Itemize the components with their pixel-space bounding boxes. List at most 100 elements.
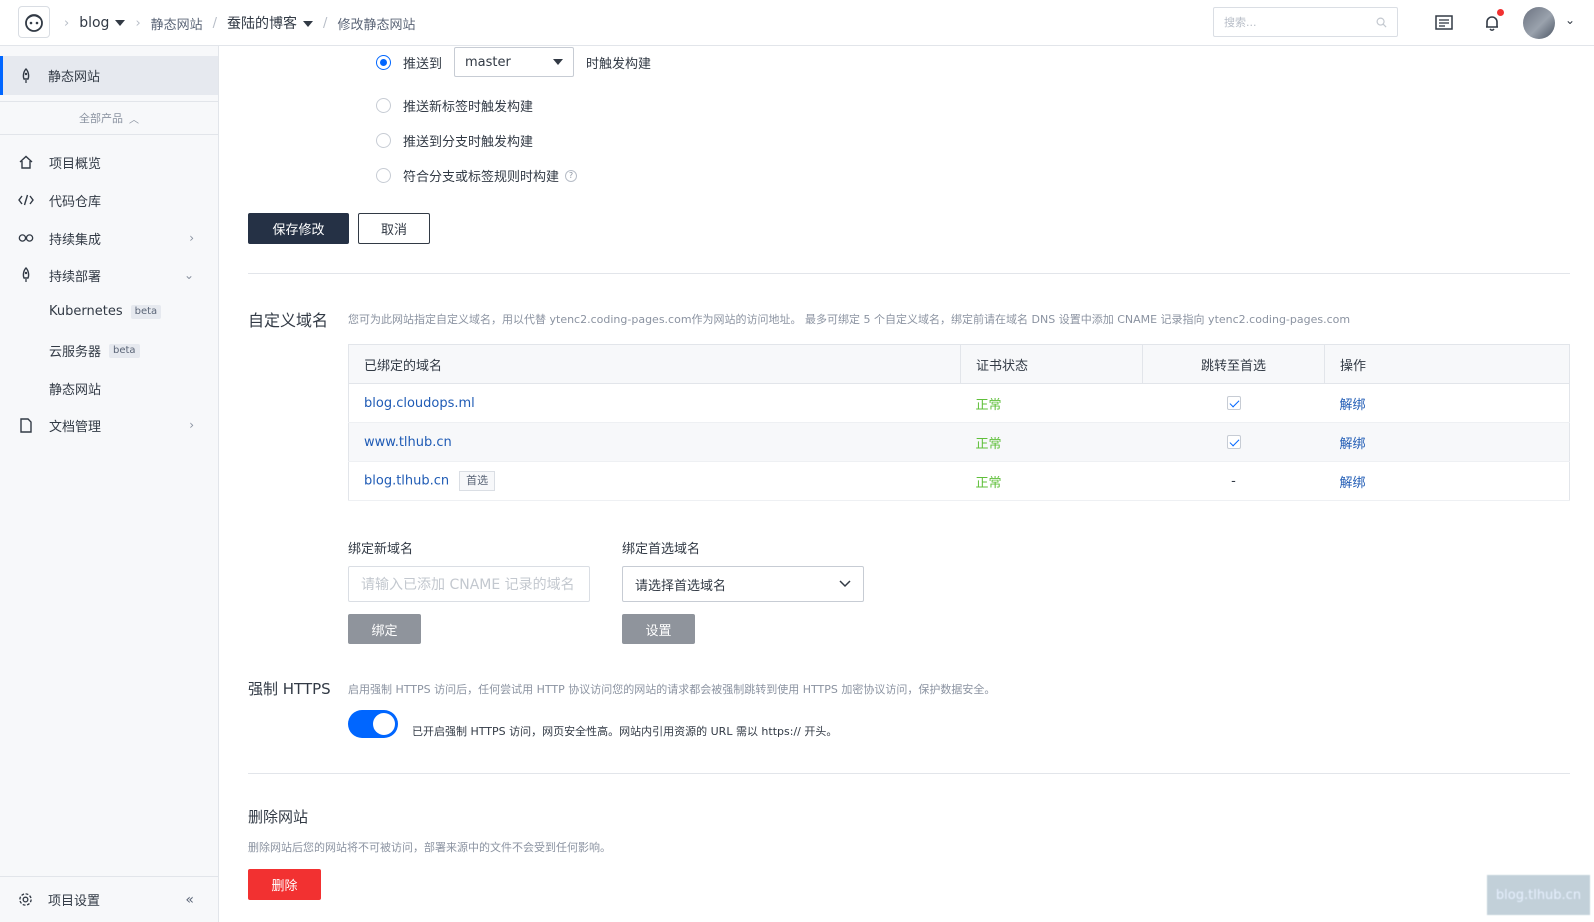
column-header-cert-status: 证书状态 <box>960 344 1143 384</box>
beta-badge: beta <box>130 304 162 319</box>
force-https-toggle[interactable] <box>348 710 398 738</box>
news-icon[interactable] <box>1433 12 1455 34</box>
cert-status: 正常 <box>975 436 1002 452</box>
breadcrumb-static-site[interactable]: 静态网站 <box>151 14 203 33</box>
notification-bell-icon[interactable] <box>1481 9 1504 34</box>
sidebar-item-label: 文档管理 <box>49 419 102 435</box>
preferred-domain-placeholder: 请选择首选域名 <box>635 578 727 594</box>
unbind-link[interactable]: 解绑 <box>1340 398 1366 413</box>
trigger-branch-label: 推送到分支时触发构建 <box>403 135 534 150</box>
sidebar-item-ci[interactable]: 持续集成 › <box>0 223 218 253</box>
preferred-domain-label: 绑定首选域名 <box>622 542 701 557</box>
bind-new-domain-label: 绑定新域名 <box>348 542 414 557</box>
avatar[interactable] <box>1523 7 1555 39</box>
chevron-down-icon[interactable]: ⌄ <box>1565 13 1575 27</box>
coding-logo-icon[interactable] <box>18 6 50 38</box>
table-row: www.tlhub.cn 正常 解绑 <box>348 422 1570 462</box>
unbind-link[interactable]: 解绑 <box>1340 437 1366 452</box>
cert-status: 正常 <box>975 475 1002 491</box>
project-name: blog <box>79 15 110 31</box>
trigger-option-rule[interactable]: 符合分支或标签规则时构建 ? <box>376 166 578 185</box>
https-title: 强制 HTTPS <box>248 680 331 698</box>
save-button[interactable]: 保存修改 <box>248 213 349 244</box>
domain-link[interactable]: blog.tlhub.cn <box>364 474 449 489</box>
delete-button[interactable]: 删除 <box>248 869 321 900</box>
radio-selected[interactable] <box>376 54 391 70</box>
trigger-option-push-branch[interactable]: 推送到 master 时触发构建 <box>376 47 651 77</box>
sidebar-subitem-label: 云服务器 <box>49 345 102 360</box>
sidebar-item-docs[interactable]: 文档管理 › <box>0 410 218 440</box>
search-placeholder: 搜索... <box>1224 16 1257 29</box>
chevron-down-icon: ⌄ <box>183 268 194 282</box>
watermark: blog.tlhub.cn <box>1487 875 1590 915</box>
code-icon <box>18 192 34 208</box>
sidebar-item-overview[interactable]: 项目概览 <box>0 147 218 177</box>
radio-button[interactable] <box>376 98 391 113</box>
all-products-toggle[interactable]: 全部产品 ︿ <box>0 101 218 135</box>
column-header-action: 操作 <box>1324 344 1570 384</box>
custom-domain-description: 您可为此网站指定自定义域名，用以代替 ytenc2.coding-pages.c… <box>348 313 1351 326</box>
home-icon <box>18 154 34 170</box>
sidebar-subitem-kubernetes[interactable]: Kubernetes beta <box>49 304 162 319</box>
new-domain-input[interactable]: 请输入已添加 CNAME 记录的域名 <box>348 566 590 602</box>
delete-site-description: 删除网站后您的网站将不可被访问，部署来源中的文件不会受到任何影响。 <box>248 841 611 854</box>
table-row: blog.cloudops.ml 正常 解绑 <box>348 383 1570 423</box>
sidebar-project-settings[interactable]: 项目设置 « <box>0 876 218 922</box>
bind-button[interactable]: 绑定 <box>348 614 421 644</box>
site-name: 蚕陆的博客 <box>227 16 298 32</box>
breadcrumb: › blog › 静态网站 / 蚕陆的博客 / 修改静态网站 <box>64 0 415 46</box>
site-switcher[interactable]: 蚕陆的博客 <box>227 13 314 33</box>
redirect-none: - <box>1231 473 1236 489</box>
domain-link[interactable]: www.tlhub.cn <box>364 435 452 450</box>
trigger-rule-label: 符合分支或标签规则时构建 <box>403 170 560 185</box>
trigger-push-label: 推送到 <box>403 56 443 72</box>
search-input[interactable]: 搜索... <box>1213 7 1398 37</box>
sidebar-active-label: 静态网站 <box>48 70 101 85</box>
breadcrumb-separator: / <box>323 15 328 31</box>
radio-button[interactable] <box>376 133 391 148</box>
chevron-up-icon: ︿ <box>129 114 139 126</box>
infinity-icon <box>18 230 34 246</box>
sidebar-subitem-cvm[interactable]: 云服务器 beta <box>49 341 140 360</box>
help-icon[interactable]: ? <box>565 169 578 182</box>
notification-dot <box>1497 9 1504 16</box>
rocket-icon <box>18 267 34 283</box>
set-preferred-button[interactable]: 设置 <box>622 614 695 644</box>
column-header-redirect: 跳转至首选 <box>1142 344 1325 384</box>
trigger-option-branch[interactable]: 推送到分支时触发构建 <box>376 131 533 150</box>
radio-button[interactable] <box>376 168 391 183</box>
branch-select[interactable]: master <box>454 47 575 77</box>
redirect-checkbox[interactable] <box>1226 396 1241 410</box>
cancel-button[interactable]: 取消 <box>358 213 430 244</box>
trigger-tag-label: 推送新标签时触发构建 <box>403 100 534 115</box>
divider <box>248 773 1570 774</box>
sidebar-subitem-static-site[interactable]: 静态网站 <box>49 379 101 398</box>
redirect-checkbox[interactable] <box>1226 435 1241 449</box>
all-products-label: 全部产品 <box>79 112 123 125</box>
trigger-option-new-tag[interactable]: 推送新标签时触发构建 <box>376 96 533 115</box>
sidebar-item-code-repo[interactable]: 代码仓库 <box>0 185 218 215</box>
domain-link[interactable]: blog.cloudops.ml <box>364 396 475 411</box>
chevron-down-icon <box>839 577 851 592</box>
preferred-domain-select[interactable]: 请选择首选域名 <box>622 566 864 602</box>
sidebar-item-label: 持续集成 <box>49 232 102 248</box>
rocket-icon <box>19 67 33 84</box>
branch-value: master <box>465 54 511 70</box>
sidebar-item-cd[interactable]: 持续部署 ⌄ <box>0 260 218 290</box>
cert-status: 正常 <box>975 397 1002 413</box>
top-bar: › blog › 静态网站 / 蚕陆的博客 / 修改静态网站 搜索... ⌄ <box>0 0 1594 46</box>
search-icon <box>1376 17 1387 28</box>
breadcrumb-current: 修改静态网站 <box>337 17 416 33</box>
sidebar-item-label: 项目概览 <box>49 156 102 172</box>
column-header-domain: 已绑定的域名 <box>348 344 961 384</box>
gear-icon <box>18 892 33 907</box>
unbind-link[interactable]: 解绑 <box>1340 476 1366 491</box>
project-switcher[interactable]: blog <box>79 15 126 31</box>
sidebar-item-static-site-active[interactable]: 静态网站 <box>0 56 218 95</box>
trigger-push-suffix: 时触发构建 <box>586 56 652 72</box>
custom-domain-title: 自定义域名 <box>248 311 329 330</box>
sidebar-item-label: 持续部署 <box>49 269 102 285</box>
beta-badge: beta <box>109 343 140 358</box>
collapse-sidebar-icon[interactable]: « <box>185 892 194 908</box>
https-toggle-text: 已开启强制 HTTPS 访问，网页安全性高。网站内引用资源的 URL 需以 ht… <box>412 725 838 738</box>
